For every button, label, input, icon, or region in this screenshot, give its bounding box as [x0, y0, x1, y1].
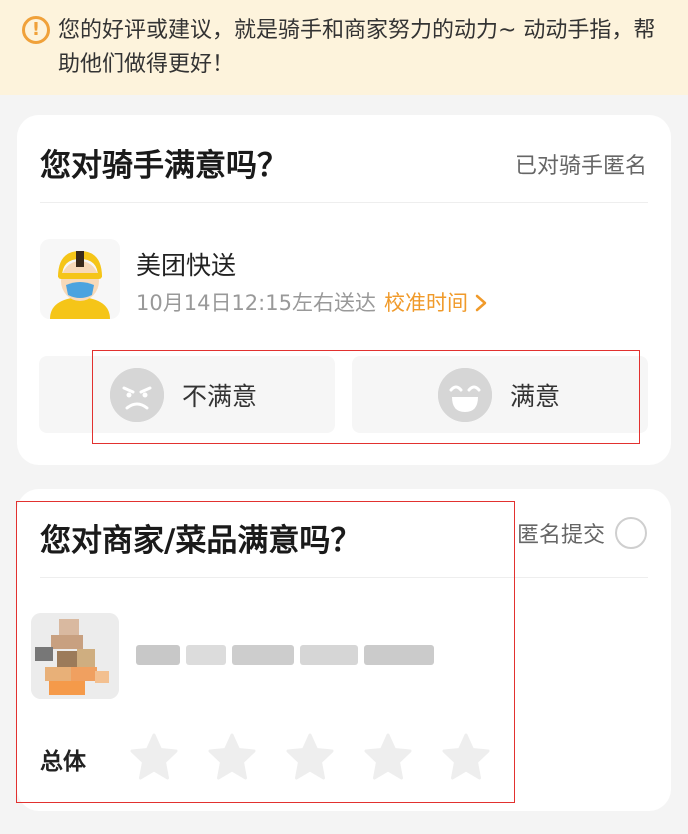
blurred-text [300, 645, 358, 665]
merchant-logo [31, 613, 119, 699]
satisfied-button[interactable]: 满意 [352, 356, 648, 433]
rider-helmet-icon [40, 239, 120, 319]
divider [40, 202, 648, 203]
blurred-text [364, 645, 434, 665]
chevron-right-icon [475, 294, 487, 312]
star-icon[interactable] [207, 733, 257, 781]
angry-face-icon [110, 367, 164, 422]
rider-name: 美团快送 [136, 251, 237, 280]
dissatisfied-label: 不满意 [182, 381, 258, 411]
exclamation-circle-icon: ! [22, 16, 50, 44]
blurred-text [136, 645, 180, 665]
star-icon[interactable] [285, 733, 335, 781]
delivery-time-text: 10月14日12:15左右送达 [136, 291, 376, 315]
merchant-card-title: 您对商家/菜品满意吗？ [40, 523, 362, 559]
overall-rating-label: 总体 [40, 749, 86, 775]
satisfied-label: 满意 [510, 381, 561, 411]
calibrate-time-link[interactable]: 校准时间 [384, 291, 488, 315]
star-icon[interactable] [441, 733, 491, 781]
dissatisfied-button[interactable]: 不满意 [39, 356, 335, 433]
anonymous-radio[interactable] [615, 517, 647, 549]
notice-text: 您的好评或建议，就是骑手和商家努力的动力~ 动动手指，帮助他们做得更好！ [58, 18, 656, 77]
merchant-name-blurred [136, 641, 452, 669]
rider-rating-card: 您对骑手满意吗？ 已对骑手匿名 美团快送 10月14日12:15左右送达 校准时间 [17, 115, 671, 465]
divider [40, 577, 648, 578]
anonymous-submit-label: 匿名提交 [516, 523, 605, 548]
rider-card-title: 您对骑手满意吗？ [40, 148, 288, 184]
star-icon[interactable] [363, 733, 413, 781]
blurred-text [232, 645, 294, 665]
laughing-face-icon [438, 367, 492, 422]
delivery-time: 10月14日12:15左右送达 校准时间 [136, 287, 488, 317]
rider-anonymous-label: 已对骑手匿名 [514, 154, 647, 179]
rider-avatar [40, 239, 120, 319]
notice-banner: ! 您的好评或建议，就是骑手和商家努力的动力~ 动动手指，帮助他们做得更好！ [0, 0, 688, 95]
anonymous-submit-toggle[interactable]: 匿名提交 [517, 516, 647, 550]
merchant-rating-card: 您对商家/菜品满意吗？ 匿名提交 总体 [17, 489, 671, 811]
blurred-text [186, 645, 226, 665]
calibrate-time-label: 校准时间 [383, 291, 468, 315]
overall-star-rating [129, 733, 491, 781]
star-icon[interactable] [129, 733, 179, 781]
